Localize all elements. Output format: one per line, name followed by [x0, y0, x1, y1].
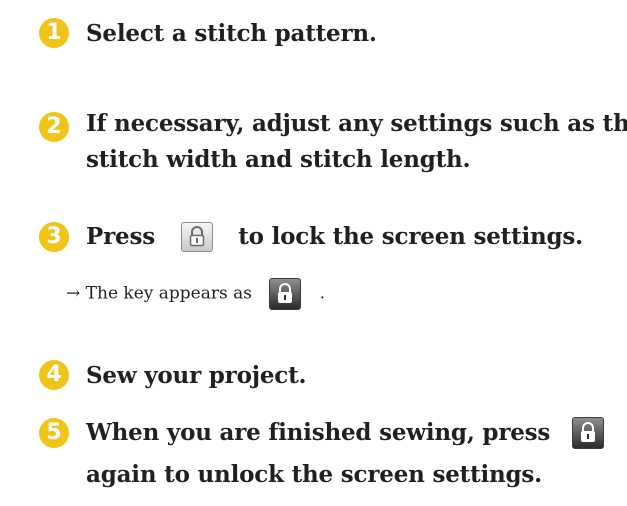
step-number-3: 3 — [39, 222, 69, 252]
note-trail: . — [319, 283, 326, 304]
lock-key-active-icon — [571, 417, 604, 449]
step-2-text: If necessary, adjust any settings such a… — [86, 106, 627, 178]
step-number-1: 1 — [39, 18, 69, 48]
step-5-text: When you are finished sewing, press agai… — [86, 414, 604, 493]
step-1-line-1: Select a stitch pattern. — [86, 20, 377, 47]
step-2-line-2: stitch width and stitch length. — [86, 146, 471, 173]
step-1-text: Select a stitch pattern. — [86, 15, 377, 52]
step-number-2: 2 — [39, 112, 69, 142]
result-note: → The key appears as . — [66, 278, 325, 310]
step-2-line-1: If necessary, adjust any settings such a… — [86, 110, 627, 137]
lock-key-active-icon — [268, 278, 301, 310]
step-5-line-2: again to unlock the screen settings. — [86, 461, 542, 488]
note-text: The key appears as — [85, 283, 252, 304]
lock-key-icon — [180, 222, 213, 252]
step-5-text-before: When you are finished sewing, press — [86, 419, 551, 446]
step-4-text: Sew your project. — [86, 357, 307, 394]
step-3-text: Press to lock the screen settings. — [86, 218, 583, 255]
step-number-5: 5 — [39, 418, 69, 448]
step-3-text-before: Press — [86, 223, 155, 250]
step-4-line-1: Sew your project. — [86, 362, 307, 389]
step-number-4: 4 — [39, 360, 69, 390]
arrow-icon: → — [66, 283, 81, 304]
step-3-text-after: to lock the screen settings. — [238, 223, 583, 250]
